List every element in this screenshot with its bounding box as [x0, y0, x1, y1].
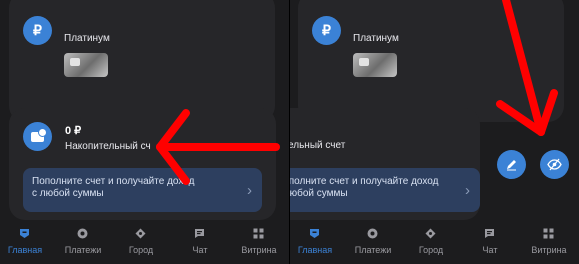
tab-payments[interactable]: Платежи — [58, 222, 108, 264]
account-label: Платинум — [64, 33, 110, 44]
deposit-banner[interactable]: Пополните счет и получайте доход с любой… — [23, 168, 262, 212]
ruble-icon: ₽ — [23, 16, 52, 45]
showcase-icon — [253, 228, 264, 239]
right-screen: ₽ Платинум опительный счет Пополните сче… — [290, 0, 579, 264]
tab-showcase[interactable]: Витрина — [234, 222, 284, 264]
city-icon — [425, 228, 436, 239]
left-screen: ₽ Платинум 0 ₽ Накопительный сч Пополнит… — [0, 0, 289, 264]
bottom-tab-bar: Главная Платежи Город Чат Витрина — [290, 222, 579, 264]
edit-icon — [507, 160, 516, 171]
bottom-tab-bar: Главная Платежи Город Чат Витрина — [0, 222, 289, 264]
ruble-icon: ₽ — [312, 16, 341, 45]
savings-label: опительный счет — [290, 140, 346, 151]
tab-showcase[interactable]: Витрина — [524, 222, 574, 264]
payments-icon — [77, 228, 88, 239]
card-thumbnail — [353, 53, 397, 77]
chevron-right-icon: › — [247, 182, 252, 199]
eye-off-icon — [547, 158, 562, 171]
tab-payments[interactable]: Платежи — [348, 222, 398, 264]
comparison-screenshot: ₽ Платинум 0 ₽ Накопительный сч Пополнит… — [0, 0, 579, 264]
hide-button[interactable] — [540, 150, 569, 179]
payments-icon — [367, 228, 378, 239]
savings-amount: 0 ₽ — [65, 125, 82, 137]
edit-button[interactable] — [497, 150, 526, 179]
tab-chat[interactable]: Чат — [465, 222, 515, 264]
banner-text: Пополните счет и получайте доход с любой… — [32, 176, 195, 199]
tab-home[interactable]: Главная — [0, 222, 50, 264]
card-thumbnail — [64, 53, 108, 77]
deposit-banner[interactable]: Пополните счет и получайте доход с любой… — [290, 168, 480, 212]
savings-card[interactable]: опительный счет Пополните счет и получай… — [290, 108, 480, 220]
account-label: Платинум — [353, 33, 399, 44]
tab-home[interactable]: Главная — [290, 222, 340, 264]
savings-icon — [23, 122, 52, 151]
tab-chat[interactable]: Чат — [175, 222, 225, 264]
account-card[interactable]: ₽ Платинум — [9, 0, 275, 122]
home-icon — [310, 229, 319, 238]
tab-city[interactable]: Город — [116, 222, 166, 264]
banner-text: Пополните счет и получайте доход с любой… — [290, 176, 439, 199]
savings-card[interactable]: 0 ₽ Накопительный сч Пополните счет и по… — [9, 108, 276, 220]
city-icon — [135, 228, 146, 239]
chevron-right-icon: › — [465, 182, 470, 199]
home-icon — [20, 229, 29, 238]
chat-icon — [485, 229, 494, 238]
account-card[interactable]: ₽ Платинум — [298, 0, 564, 122]
showcase-icon — [543, 228, 554, 239]
chat-icon — [195, 229, 204, 238]
tab-city[interactable]: Город — [406, 222, 456, 264]
savings-label: Накопительный сч — [65, 141, 151, 152]
